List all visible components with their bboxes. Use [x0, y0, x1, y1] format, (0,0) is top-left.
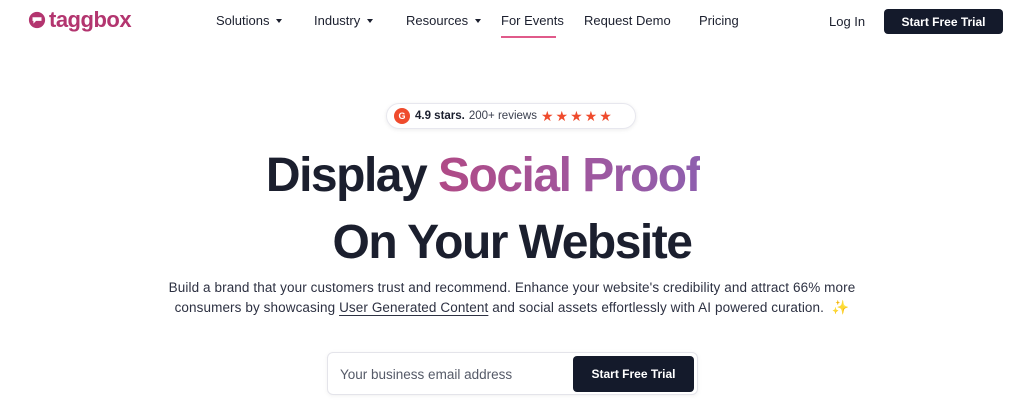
rating-reviews: 200+ reviews — [468, 110, 537, 122]
hero-headline-line1: Display Social Proof — [0, 150, 1024, 202]
chat-bubble-logo-icon — [28, 11, 46, 29]
email-field[interactable] — [340, 364, 560, 384]
rating-badge: G 4.9 stars. 200+ reviews ★ ★ ★ ★ ★ — [386, 103, 636, 129]
headline-plain: Display — [265, 149, 428, 202]
g2-icon: G — [394, 108, 410, 124]
subtext-before-link: consumers by showcasing — [174, 300, 336, 315]
nav-label: Solutions — [216, 13, 270, 28]
nav-item-industry[interactable]: Industry — [314, 13, 374, 28]
brand-name: taggbox — [49, 7, 132, 32]
nav-label: For Events — [501, 13, 564, 28]
star-icon: ★ — [584, 108, 598, 124]
nav-item-solutions[interactable]: Solutions — [216, 13, 283, 28]
sparkle-icon: ✨ — [831, 299, 850, 315]
ugc-link[interactable]: User Generated Content — [339, 300, 488, 315]
nav-label: Industry — [314, 13, 361, 28]
nav-item-request-demo[interactable]: Request Demo — [584, 13, 671, 28]
nav-label: Resources — [406, 13, 469, 28]
nav-item-pricing[interactable]: Pricing — [699, 13, 739, 28]
form-start-free-trial-button[interactable]: Start Free Trial — [573, 356, 694, 392]
hero-subtext-line1: Build a brand that your customers trust … — [168, 280, 856, 295]
nav-item-resources[interactable]: Resources — [406, 13, 482, 28]
headline-highlight: Social Proof — [438, 149, 702, 202]
star-icon: ★ — [570, 108, 583, 124]
email-signup-form: Start Free Trial — [327, 352, 698, 395]
nav-label: Request Demo — [584, 13, 671, 28]
nav-item-for-events[interactable]: For Events — [501, 13, 564, 28]
nav-active-indicator — [501, 36, 556, 38]
subtext-after-link: and social assets effortlessly with AI p… — [492, 300, 824, 315]
chevron-down-icon — [367, 19, 374, 23]
site-header: taggbox Solutions Industry Resources For… — [0, 0, 1024, 42]
hero-headline-line2: On Your Website — [332, 216, 693, 269]
login-link[interactable]: Log In — [829, 14, 865, 29]
taggbox-logo[interactable]: taggbox — [28, 7, 132, 32]
hero-subtext-line2: consumers by showcasing User Generated C… — [0, 297, 1024, 318]
star-icon: ★ — [540, 108, 554, 124]
header-start-free-trial-button[interactable]: Start Free Trial — [884, 9, 1003, 34]
star-rating: ★ ★ ★ ★ ★ — [541, 109, 614, 123]
chevron-down-icon — [475, 19, 482, 23]
star-icon: ★ — [599, 108, 612, 124]
star-icon: ★ — [555, 108, 569, 124]
rating-score: 4.9 stars. — [415, 110, 465, 122]
chevron-down-icon — [276, 19, 283, 23]
nav-label: Pricing — [699, 13, 739, 28]
